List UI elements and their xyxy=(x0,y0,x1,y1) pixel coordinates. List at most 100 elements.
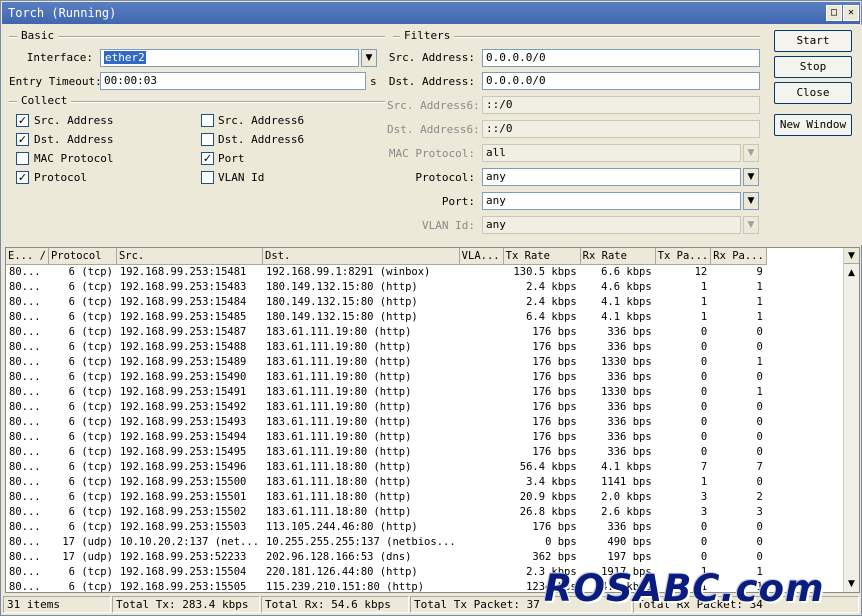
collect-protocol-label: Protocol xyxy=(34,171,87,184)
table-cell: 0 xyxy=(655,384,712,399)
dst-address6-input[interactable]: ::/0 xyxy=(482,120,760,138)
protocol-dropdown-arrow-icon[interactable]: ▼ xyxy=(743,168,759,186)
table-cell: 0 xyxy=(655,534,712,549)
column-menu-icon[interactable]: ▼ xyxy=(844,248,859,264)
interface-label: Interface: xyxy=(26,51,93,64)
table-row[interactable]: 80... 6 (tcp) 192.168.99.253:15502 183.61.1… xyxy=(6,504,767,519)
stop-button[interactable]: Stop xyxy=(774,56,852,78)
table-cell: 192.168.99.253:15488 xyxy=(116,339,264,354)
table-row[interactable]: 80... 17 (udp) 192.168.99.253:52233 202.96.… xyxy=(6,549,767,564)
interface-select[interactable]: ether2 xyxy=(100,49,359,67)
table-cell: 1 xyxy=(655,294,712,309)
table-row[interactable]: 80... 6 (tcp) 192.168.99.253:15488 183.61.1… xyxy=(6,339,767,354)
new-window-button[interactable]: New Window xyxy=(774,114,852,136)
table-cell: 2 xyxy=(710,489,767,504)
scroll-up-icon[interactable]: ▲ xyxy=(844,265,859,281)
table-row[interactable]: 80... 6 (tcp) 192.168.99.253:15492 183.61.1… xyxy=(6,399,767,414)
column-header[interactable]: Rx Rate xyxy=(580,248,656,265)
table-row[interactable]: 80... 6 (tcp) 192.168.99.253:15487 183.61.1… xyxy=(6,324,767,339)
table-cell: 0 xyxy=(710,549,767,564)
table-cell: 80... xyxy=(6,264,49,279)
column-header[interactable]: Rx Pa... xyxy=(710,248,767,265)
restore-button[interactable]: □ xyxy=(826,5,842,21)
port-select[interactable]: any xyxy=(482,192,741,210)
src-address6-label: Src. Address6: xyxy=(387,99,480,112)
table-cell: 192.168.99.253:15501 xyxy=(116,489,264,504)
column-header[interactable]: Tx Pa... xyxy=(655,248,712,265)
table-cell: 192.168.99.253:15490 xyxy=(116,369,264,384)
table-row[interactable]: 80... 6 (tcp) 192.168.99.253:15485 180.149.… xyxy=(6,309,767,324)
dst-address-input[interactable]: 0.0.0.0/0 xyxy=(482,72,760,90)
table-cell: 6 (tcp) xyxy=(48,399,117,414)
table-cell: 80... xyxy=(6,309,49,324)
title-bar[interactable]: Torch (Running) □ ✕ xyxy=(2,2,860,24)
collect-mac-protocol-label: MAC Protocol xyxy=(34,152,114,165)
table-cell: 192.168.99.253:15493 xyxy=(116,414,264,429)
table-row[interactable]: 80... 6 (tcp) 192.168.99.253:15484 180.149.… xyxy=(6,294,767,309)
table-cell: 336 bps xyxy=(580,414,656,429)
column-header[interactable]: VLA... xyxy=(459,248,504,265)
filters-group-title: Filters xyxy=(400,29,455,42)
column-header[interactable]: Src. xyxy=(116,248,264,265)
table-row[interactable]: 80... 6 (tcp) 192.168.99.253:15503 113.105.… xyxy=(6,519,767,534)
vlan-id-dropdown-arrow-icon[interactable]: ▼ xyxy=(743,216,759,234)
collect-protocol-checkbox[interactable]: ✓ xyxy=(16,171,29,184)
scroll-down-icon[interactable]: ▼ xyxy=(844,576,859,592)
column-header[interactable]: E... / xyxy=(6,248,49,265)
table-cell: 0 xyxy=(655,444,712,459)
column-header[interactable]: Protocol xyxy=(48,248,117,265)
table-row[interactable]: 80... 6 (tcp) 192.168.99.253:15481 192.168.… xyxy=(6,264,767,279)
table-cell: 3 xyxy=(710,504,767,519)
table-row[interactable]: 80... 6 (tcp) 192.168.99.253:15495 183.61.1… xyxy=(6,444,767,459)
table-row[interactable]: 80... 6 (tcp) 192.168.99.253:15496 183.61.1… xyxy=(6,459,767,474)
table-cell: 192.168.99.253:15495 xyxy=(116,444,264,459)
close-button[interactable]: Close xyxy=(774,82,852,104)
collect-dst-address6-checkbox[interactable] xyxy=(201,133,214,146)
protocol-select[interactable]: any xyxy=(482,168,741,186)
entry-timeout-input[interactable]: 00:00:03 xyxy=(100,72,366,90)
table-cell: 113.105.244.46:80 (http) xyxy=(262,519,460,534)
table-cell: 4.6 kbps xyxy=(580,279,656,294)
table-cell: 176 bps xyxy=(503,519,581,534)
collect-port-checkbox[interactable]: ✓ xyxy=(201,152,214,165)
src-address6-input[interactable]: ::/0 xyxy=(482,96,760,114)
table-cell: 80... xyxy=(6,564,49,579)
column-header[interactable]: Tx Rate xyxy=(503,248,581,265)
table-cell: 336 bps xyxy=(580,324,656,339)
table-cell: 176 bps xyxy=(503,399,581,414)
mac-protocol-select[interactable]: all xyxy=(482,144,741,162)
table-cell: 336 bps xyxy=(580,339,656,354)
table-cell: 4.1 kbps xyxy=(580,309,656,324)
close-window-button[interactable]: ✕ xyxy=(843,5,859,21)
src-address-input[interactable]: 0.0.0.0/0 xyxy=(482,49,760,67)
table-cell: 26.8 kbps xyxy=(503,504,581,519)
table-row[interactable]: 80... 6 (tcp) 192.168.99.253:15493 183.61.1… xyxy=(6,414,767,429)
protocol-label: Protocol: xyxy=(415,171,475,184)
vlan-id-select[interactable]: any xyxy=(482,216,741,234)
table-row[interactable]: 80... 17 (udp) 10.10.20.2:137 (net... 10.25… xyxy=(6,534,767,549)
table-row[interactable]: 80... 6 (tcp) 192.168.99.253:15494 183.61.1… xyxy=(6,429,767,444)
column-header[interactable]: Dst. xyxy=(262,248,460,265)
port-dropdown-arrow-icon[interactable]: ▼ xyxy=(743,192,759,210)
table-scrollbar[interactable]: ▼ ▲ ▼ xyxy=(843,248,859,592)
table-row[interactable]: 80... 6 (tcp) 192.168.99.253:15483 180.149.… xyxy=(6,279,767,294)
collect-src-address-checkbox[interactable]: ✓ xyxy=(16,114,29,127)
collect-vlan-id-checkbox[interactable] xyxy=(201,171,214,184)
table-row[interactable]: 80... 6 (tcp) 192.168.99.253:15500 183.61.1… xyxy=(6,474,767,489)
collect-mac-protocol-checkbox[interactable] xyxy=(16,152,29,165)
src-address-label: Src. Address: xyxy=(388,51,475,64)
table-cell xyxy=(459,339,504,354)
table-row[interactable]: 80... 6 (tcp) 192.168.99.253:15491 183.61.1… xyxy=(6,384,767,399)
table-cell xyxy=(459,309,504,324)
start-button[interactable]: Start xyxy=(774,30,852,52)
table-row[interactable]: 80... 6 (tcp) 192.168.99.253:15490 183.61.1… xyxy=(6,369,767,384)
interface-dropdown-arrow-icon[interactable]: ▼ xyxy=(361,49,377,67)
table-cell xyxy=(459,534,504,549)
collect-dst-address-checkbox[interactable]: ✓ xyxy=(16,133,29,146)
table-row[interactable]: 80... 6 (tcp) 192.168.99.253:15501 183.61.1… xyxy=(6,489,767,504)
table-row[interactable]: 80... 6 (tcp) 192.168.99.253:15489 183.61.1… xyxy=(6,354,767,369)
mac-protocol-dropdown-arrow-icon[interactable]: ▼ xyxy=(743,144,759,162)
table-cell: 336 bps xyxy=(580,369,656,384)
table-cell: 336 bps xyxy=(580,429,656,444)
collect-src-address6-checkbox[interactable] xyxy=(201,114,214,127)
